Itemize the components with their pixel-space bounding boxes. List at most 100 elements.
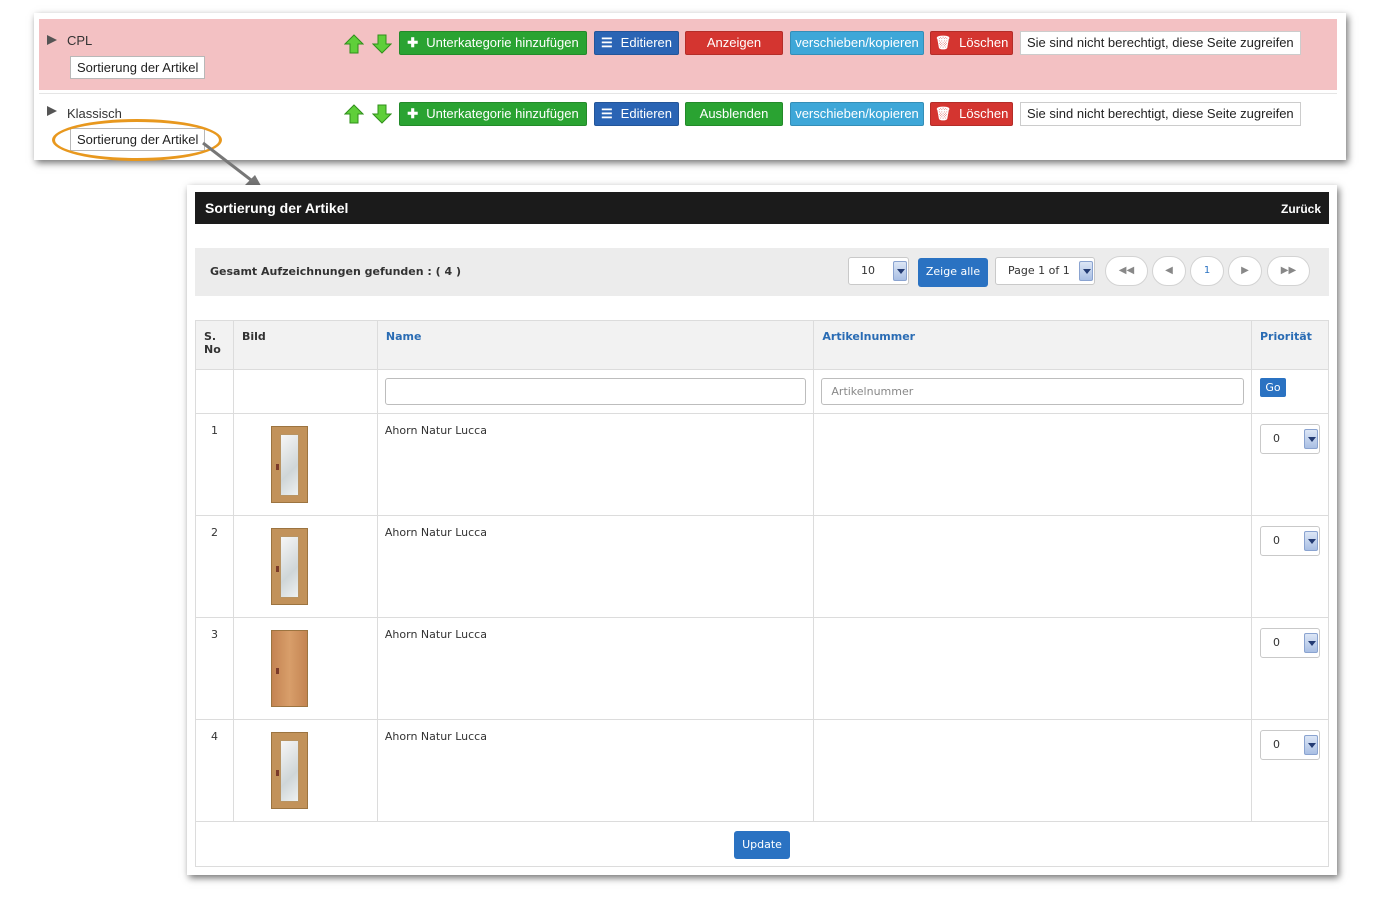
plus-icon: ✚ bbox=[407, 35, 419, 50]
column-header-name[interactable]: Name bbox=[376, 320, 815, 370]
filter-cell-go: Go bbox=[1250, 369, 1330, 414]
chevron-down-icon bbox=[1303, 429, 1318, 449]
move-down-arrow-icon[interactable] bbox=[372, 104, 392, 124]
door-glass-icon bbox=[270, 426, 308, 503]
row-article-no bbox=[813, 719, 1252, 822]
chevron-down-icon bbox=[1303, 531, 1318, 551]
row-priority-cell: 0 bbox=[1250, 617, 1330, 720]
next-page-button[interactable]: ▶ bbox=[1228, 256, 1262, 286]
list-icon: ☰ bbox=[601, 35, 613, 50]
add-subcategory-label: Unterkategorie hinzufügen bbox=[426, 106, 579, 121]
row-name: Ahorn Natur Lucca bbox=[376, 515, 815, 618]
column-header-image: Bild bbox=[232, 320, 378, 370]
hide-button[interactable]: Ausblenden bbox=[685, 102, 783, 126]
category-row-cpl: CPL Sortierung der Artikel ✚ Unterkategor… bbox=[39, 19, 1337, 90]
delete-button[interactable]: 🗑 Löschen bbox=[930, 31, 1013, 55]
door-glass-icon bbox=[270, 732, 308, 809]
move-up-arrow-icon[interactable] bbox=[344, 34, 364, 54]
row-name: Ahorn Natur Lucca bbox=[376, 413, 815, 516]
row-article-no bbox=[813, 413, 1252, 516]
edit-button[interactable]: ☰ Editieren bbox=[594, 31, 679, 55]
table-row: 1 Ahorn Natur Lucca 0 bbox=[195, 413, 1330, 516]
page-select[interactable]: Page 1 of 1 bbox=[995, 257, 1095, 285]
row-image-cell bbox=[232, 617, 378, 720]
add-subcategory-button[interactable]: ✚ Unterkategorie hinzufügen bbox=[399, 102, 587, 126]
page-size-select[interactable]: 10 bbox=[848, 257, 909, 285]
filter-row: Go bbox=[195, 369, 1330, 414]
edit-label: Editieren bbox=[620, 35, 672, 50]
add-subcategory-label: Unterkategorie hinzufügen bbox=[426, 35, 579, 50]
row-priority-cell: 0 bbox=[1250, 719, 1330, 822]
edit-label: Editieren bbox=[620, 106, 672, 121]
row-image-cell bbox=[232, 413, 378, 516]
panel-title: Sortierung der Artikel bbox=[205, 200, 349, 216]
expand-triangle-icon[interactable] bbox=[47, 35, 57, 45]
article-no-filter-input[interactable] bbox=[821, 378, 1244, 405]
column-header-priority[interactable]: Priorität bbox=[1250, 320, 1330, 370]
door-plain-icon bbox=[270, 630, 308, 707]
table-row: 2 Ahorn Natur Lucca 0 bbox=[195, 515, 1330, 618]
row-sno: 1 bbox=[195, 413, 234, 516]
filter-cell-empty bbox=[232, 369, 378, 414]
move-down-arrow-icon[interactable] bbox=[372, 34, 392, 54]
page-1-button[interactable]: 1 bbox=[1190, 256, 1224, 286]
chevron-down-icon bbox=[1079, 261, 1093, 281]
expand-triangle-icon[interactable] bbox=[47, 106, 57, 116]
prev-page-button[interactable]: ◀ bbox=[1152, 256, 1186, 286]
move-copy-button[interactable]: verschieben/kopieren bbox=[790, 31, 924, 55]
row-priority-cell: 0 bbox=[1250, 413, 1330, 516]
filter-cell-empty bbox=[195, 369, 234, 414]
plus-icon: ✚ bbox=[407, 106, 419, 121]
row-image-cell bbox=[232, 515, 378, 618]
show-button[interactable]: Anzeigen bbox=[685, 31, 783, 55]
priority-select[interactable]: 0 bbox=[1259, 424, 1320, 454]
row-sno: 2 bbox=[195, 515, 234, 618]
priority-select[interactable]: 0 bbox=[1259, 628, 1320, 658]
last-page-button[interactable]: ▶▶ bbox=[1267, 256, 1310, 286]
row-sno: 4 bbox=[195, 719, 234, 822]
update-button[interactable]: Update bbox=[734, 831, 790, 859]
go-button[interactable]: Go bbox=[1259, 378, 1286, 397]
table-row: 3 Ahorn Natur Lucca 0 bbox=[195, 617, 1330, 720]
pagination-toolbar: Gesamt Aufzeichnungen gefunden : ( 4 ) 1… bbox=[195, 248, 1329, 296]
panel-header: Sortierung der Artikel Zurück bbox=[195, 192, 1329, 224]
add-subcategory-button[interactable]: ✚ Unterkategorie hinzufügen bbox=[399, 31, 587, 55]
trash-icon: 🗑 bbox=[934, 106, 952, 121]
delete-button[interactable]: 🗑 Löschen bbox=[930, 102, 1013, 126]
edit-button[interactable]: ☰ Editieren bbox=[594, 102, 679, 126]
permission-notice: Sie sind nicht berechtigt, diese Seite z… bbox=[1020, 31, 1301, 55]
filter-cell-article-no bbox=[813, 369, 1252, 414]
name-filter-input[interactable] bbox=[384, 378, 807, 405]
chevron-down-icon bbox=[893, 261, 907, 281]
chevron-down-icon bbox=[1303, 735, 1318, 755]
table-row: 4 Ahorn Natur Lucca 0 bbox=[195, 719, 1330, 822]
trash-icon: 🗑 bbox=[934, 35, 952, 50]
door-glass-icon bbox=[270, 528, 308, 605]
move-copy-button[interactable]: verschieben/kopieren bbox=[790, 102, 924, 126]
show-all-button[interactable]: Zeige alle bbox=[918, 258, 988, 287]
priority-value: 0 bbox=[1272, 534, 1280, 547]
move-up-arrow-icon[interactable] bbox=[344, 104, 364, 124]
page-select-value: Page 1 of 1 bbox=[1008, 264, 1070, 277]
priority-select[interactable]: 0 bbox=[1259, 730, 1320, 760]
back-link[interactable]: Zurück bbox=[1281, 202, 1321, 216]
row-name: Ahorn Natur Lucca bbox=[376, 617, 815, 720]
column-header-article-no[interactable]: Artikelnummer bbox=[813, 320, 1252, 370]
list-icon: ☰ bbox=[601, 106, 613, 121]
articles-table: S. No Bild Name Artikelnummer Priorität … bbox=[195, 320, 1330, 867]
priority-value: 0 bbox=[1272, 636, 1280, 649]
table-header-row: S. No Bild Name Artikelnummer Priorität bbox=[195, 320, 1330, 370]
priority-value: 0 bbox=[1272, 738, 1280, 751]
row-name: Ahorn Natur Lucca bbox=[376, 719, 815, 822]
delete-label: Löschen bbox=[959, 106, 1009, 121]
first-page-button[interactable]: ◀◀ bbox=[1105, 256, 1148, 286]
priority-select[interactable]: 0 bbox=[1259, 526, 1320, 556]
row-priority-cell: 0 bbox=[1250, 515, 1330, 618]
chevron-down-icon bbox=[1303, 633, 1318, 653]
page-size-value: 10 bbox=[861, 264, 875, 277]
permission-notice: Sie sind nicht berechtigt, diese Seite z… bbox=[1020, 102, 1301, 126]
sort-articles-button[interactable]: Sortierung der Artikel bbox=[70, 56, 206, 79]
footer-cell: Update bbox=[195, 821, 1329, 867]
column-header-sno: S. No bbox=[195, 320, 234, 370]
category-name: CPL bbox=[67, 33, 93, 48]
